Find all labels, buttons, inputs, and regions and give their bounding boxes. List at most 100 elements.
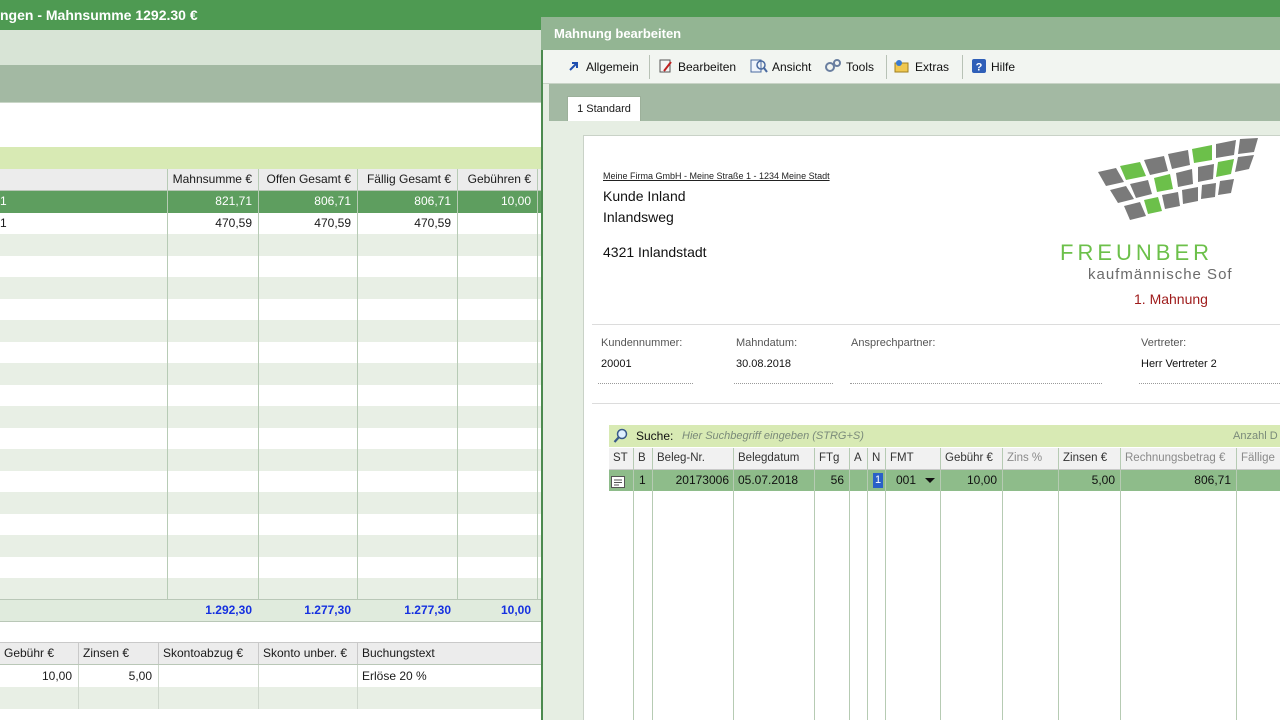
- table-row[interactable]: 1 470,59 470,59 470,59: [0, 213, 541, 235]
- column-divider: [849, 448, 850, 720]
- chevron-down-icon[interactable]: [925, 470, 937, 491]
- empty-row: [0, 557, 541, 579]
- column-header-skonto-unber[interactable]: Skonto unber. €: [258, 643, 357, 664]
- menu-ansicht[interactable]: Ansicht: [750, 50, 811, 84]
- recipient-city: 4321 Inlandstadt: [603, 244, 707, 260]
- column-header-beleg-nr[interactable]: Beleg-Nr.: [652, 448, 733, 469]
- background-window-title: ngen - Mahnsumme 1292.30 €: [0, 7, 198, 23]
- column-divider: [1002, 448, 1003, 720]
- column-header-gebuehr[interactable]: Gebühr €: [940, 448, 1002, 469]
- background-tabstrip: [0, 65, 541, 102]
- column-header-faellig-gesamt[interactable]: Fällig Gesamt €: [357, 169, 457, 190]
- column-header-ftg[interactable]: FTg: [814, 448, 849, 469]
- logo-wordmark: FREUNBER: [1060, 240, 1214, 265]
- menu-separator: [886, 55, 887, 79]
- svg-text:?: ?: [976, 61, 983, 73]
- column-header-buchungstext[interactable]: Buchungstext: [357, 643, 541, 664]
- view-icon: [750, 58, 768, 77]
- empty-row: [0, 687, 541, 709]
- column-header-fmt[interactable]: FMT: [885, 448, 940, 469]
- vertreter-value[interactable]: Herr Vertreter 2: [1141, 358, 1217, 370]
- cell-divider: [258, 687, 357, 709]
- cell-n-editor[interactable]: 1: [873, 473, 883, 488]
- column-header-n[interactable]: N: [867, 448, 885, 469]
- table-row[interactable]: 10,00 5,00 Erlöse 20 %: [0, 665, 541, 687]
- column-header-zinsen[interactable]: Zinsen €: [1058, 448, 1120, 469]
- divider: [592, 324, 1280, 325]
- column-divider: [1120, 448, 1121, 720]
- gears-icon: [824, 58, 842, 77]
- column-divider: [537, 169, 538, 621]
- column-divider: [633, 448, 634, 720]
- menu-tools[interactable]: Tools: [824, 50, 874, 84]
- table-row[interactable]: 1 20173006 05.07.2018 56 1 001 10,00 5,0…: [609, 470, 1280, 491]
- cell-divider: [78, 687, 158, 709]
- dialog-menubar: Allgemein Bearbeiten Ansicht Tools Extra…: [543, 50, 1280, 84]
- logo-subtitle: kaufmännische Sof: [1088, 266, 1233, 283]
- column-divider: [1236, 448, 1237, 720]
- positions-grid-header: Gebühr € Zinsen € Skontoabzug € Skonto u…: [0, 643, 541, 665]
- tab-standard[interactable]: 1 Standard: [567, 96, 641, 121]
- cell-gebuehr: 10,00: [966, 473, 997, 487]
- splitter[interactable]: [0, 621, 541, 643]
- cell-mahnsumme: 821,71: [215, 194, 252, 208]
- column-divider: [167, 169, 168, 621]
- column-header-rechnungsbetrag[interactable]: Rechnungsbetrag €: [1120, 448, 1236, 469]
- vertreter-label: Vertreter:: [1141, 337, 1187, 349]
- cell-skonto-unber: [258, 665, 357, 687]
- cell-a: [849, 470, 867, 491]
- column-divider: [867, 448, 868, 720]
- company-logo: [1094, 138, 1280, 230]
- column-header-zinsen[interactable]: Zinsen €: [78, 643, 158, 664]
- column-header-a[interactable]: A: [849, 448, 867, 469]
- empty-row: [0, 299, 541, 321]
- empty-row: [0, 492, 541, 514]
- search-label: Suche:: [636, 429, 674, 443]
- menu-label: Extras: [915, 60, 950, 74]
- cell-rechnungsbetrag: 806,71: [1194, 473, 1231, 487]
- table-row[interactable]: 1 821,71 806,71 806,71 10,00: [0, 191, 541, 213]
- column-divider: [357, 169, 358, 621]
- background-panel: [0, 102, 541, 147]
- menu-label: Bearbeiten: [678, 60, 737, 74]
- total-offen: 1.277,30: [304, 603, 351, 617]
- divider: [592, 403, 1280, 404]
- menu-allgemein[interactable]: Allgemein: [566, 50, 639, 84]
- menu-label: Hilfe: [991, 60, 1016, 74]
- column-header-skontoabzug[interactable]: Skontoabzug €: [158, 643, 258, 664]
- column-divider: [1058, 448, 1059, 720]
- background-filter-bar[interactable]: [0, 147, 541, 169]
- cell-offen: 806,71: [314, 194, 351, 208]
- cell-zinsen: 5,00: [1091, 473, 1115, 487]
- cell-belegdatum: 05.07.2018: [738, 473, 799, 487]
- menu-bearbeiten[interactable]: Bearbeiten: [658, 50, 736, 84]
- column-header-offen-gesamt[interactable]: Offen Gesamt €: [258, 169, 357, 190]
- search-icon[interactable]: [613, 428, 629, 447]
- recipient-street: Inlandsweg: [603, 209, 674, 225]
- column-header-faellig[interactable]: Fällige: [1236, 448, 1280, 469]
- empty-row: [0, 277, 541, 299]
- mahndatum-label: Mahndatum:: [736, 337, 798, 349]
- row-lead: 1: [0, 215, 7, 230]
- empty-row: [0, 514, 541, 536]
- menu-extras[interactable]: Extras: [893, 50, 949, 84]
- field-underline: [850, 382, 1102, 384]
- total-faellig: 1.277,30: [404, 603, 451, 617]
- column-header-belegdatum[interactable]: Belegdatum: [733, 448, 814, 469]
- positions-header: ST B Beleg-Nr. Belegdatum FTg A N FMT Ge…: [609, 448, 1280, 470]
- column-header-zins[interactable]: Zins %: [1002, 448, 1058, 469]
- column-header-gebuehr[interactable]: Gebühr €: [0, 643, 78, 664]
- kundennummer-value[interactable]: 20001: [601, 358, 632, 370]
- search-input[interactable]: Hier Suchbegriff eingeben (STRG+S): [682, 425, 864, 447]
- row-status-icon[interactable]: [611, 470, 633, 491]
- cell-fmt[interactable]: 001: [896, 470, 926, 491]
- totals-row: 1.292,30 1.277,30 1.277,30 10,00: [0, 599, 541, 621]
- document-heading: 1. Mahnung: [1134, 291, 1208, 307]
- menu-label: Allgemein: [586, 60, 639, 74]
- menu-hilfe[interactable]: ? Hilfe: [971, 50, 1015, 84]
- column-header-mahnsumme[interactable]: Mahnsumme €: [167, 169, 258, 190]
- mahndatum-value[interactable]: 30.08.2018: [736, 358, 791, 370]
- column-header-gebuehren[interactable]: Gebühren €: [457, 169, 537, 190]
- column-header-st[interactable]: ST: [609, 448, 633, 469]
- column-header-b[interactable]: B: [633, 448, 652, 469]
